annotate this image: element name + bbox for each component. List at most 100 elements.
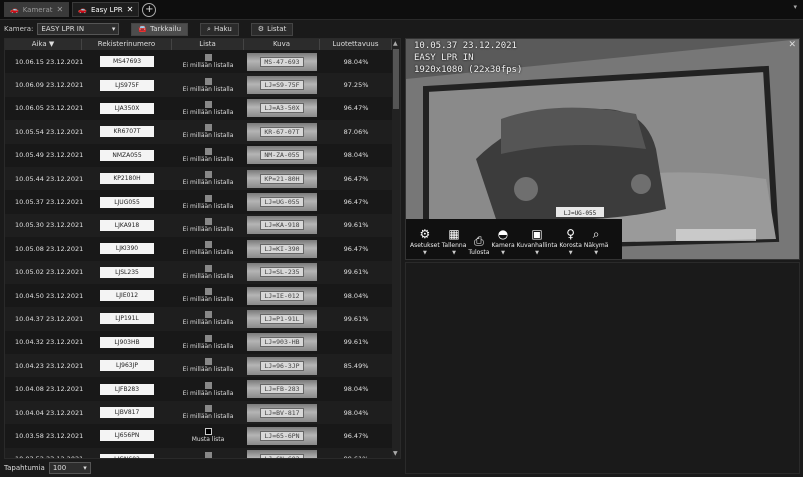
plate-thumbnail[interactable]: MS-47-693 [247, 52, 317, 71]
table-row[interactable]: 10.04.37 23.12.2021 LJP191L Ei millään lis… [5, 307, 400, 331]
row-image[interactable]: LJ=96-3JP [244, 356, 320, 375]
row-image[interactable]: NM-ZA-055 [244, 146, 320, 165]
column-header-list[interactable]: Lista [172, 39, 244, 50]
row-image[interactable]: LJ=GN-602 [244, 450, 320, 458]
search-button[interactable]: ⌕ Haku [200, 22, 239, 36]
table-row[interactable]: 10.04.04 23.12.2021 LJBV817 Ei millään lis… [5, 400, 400, 425]
row-image[interactable]: LJ=A3-50X [244, 99, 320, 118]
list-name: Ei millään listalla [182, 296, 234, 304]
column-header-plate[interactable]: Rekisterinumero [82, 39, 172, 50]
row-image[interactable]: LJ=FB-283 [244, 380, 320, 399]
scroll-down-icon[interactable]: ▼ [393, 450, 398, 457]
plate-thumbnail[interactable]: LJ=UG-055 [247, 193, 317, 212]
plate-thumbnail[interactable]: NM-ZA-055 [247, 146, 317, 165]
column-header-confidence[interactable]: Luotettavuus [320, 39, 392, 50]
column-header-time[interactable]: Aika ▼ [5, 39, 82, 50]
plate-thumbnail[interactable]: LJ=65-6PN [247, 426, 317, 445]
table-row[interactable]: 10.05.30 23.12.2021 LJKA918 Ei millään lis… [5, 213, 400, 238]
plate-thumbnail[interactable]: LJ=FB-283 [247, 380, 317, 399]
row-image[interactable]: MS-47-693 [244, 52, 320, 71]
column-header-image[interactable]: Kuva [244, 39, 320, 50]
plate-text: LJGN602 [100, 453, 154, 458]
table-row[interactable]: 10.05.49 23.12.2021 NMZA055 Ei millään lis… [5, 144, 400, 167]
row-confidence: 96.47% [343, 174, 369, 183]
table-row[interactable]: 10.04.50 23.12.2021 LJIE012 Ei millään lis… [5, 284, 400, 307]
row-image[interactable]: LJ=BV-817 [244, 403, 320, 422]
highlight-tool[interactable]: ♀ Korosta ▼ [559, 227, 581, 256]
camera-select-value: EASY LPR IN [41, 25, 85, 33]
plate-text: LJ903HB [100, 336, 154, 348]
lists-button[interactable]: ⚙ Listat [250, 22, 294, 36]
table-row[interactable]: 10.06.05 23.12.2021 LJA350X Ei millään lis… [5, 97, 400, 120]
button-label: Haku [213, 25, 232, 33]
row-image[interactable]: LJ=P1-91L [244, 309, 320, 328]
table-row[interactable]: 10.04.32 23.12.2021 LJ903HB Ei millään lis… [5, 331, 400, 354]
row-image[interactable]: LJ=SL-235 [244, 263, 320, 282]
plate-thumbnail[interactable]: LJ=SL-235 [247, 263, 317, 282]
view-tool[interactable]: ⌕ Näkymä ▼ [584, 227, 609, 256]
table-row[interactable]: 10.05.02 23.12.2021 LJSL235 Ei millään lis… [5, 260, 400, 284]
table-row[interactable]: 10.04.08 23.12.2021 LJFB283 Ei millään lis… [5, 377, 400, 400]
list-color-swatch [204, 451, 212, 458]
list-color-swatch [204, 358, 212, 366]
row-image[interactable]: LJ=UG-055 [244, 193, 320, 212]
add-tab-button[interactable]: + [142, 2, 157, 17]
table-row[interactable]: 10.06.09 23.12.2021 LJS975F Ei millään lis… [5, 73, 400, 97]
row-image[interactable]: LJ=S9-75F [244, 76, 320, 95]
row-image[interactable]: KR-67-07T [244, 122, 320, 141]
plate-thumbnail[interactable]: LJ=GN-602 [247, 450, 317, 458]
table-row[interactable]: 10.06.15 23.12.2021 MS47693 Ei millään lis… [5, 50, 400, 73]
row-list: Ei millään listalla [172, 405, 244, 420]
table-row[interactable]: 10.03.58 23.12.2021 LJ656PN Musta lista LJ=… [5, 424, 400, 447]
plate-thumbnail[interactable]: KP=21-80H [247, 169, 317, 188]
tab-easy-lpr[interactable]: 🚗 Easy LPR ✕ [72, 2, 140, 17]
tool-label: Kamera [491, 242, 515, 249]
plate-thumbnail[interactable]: LJ=S9-75F [247, 76, 317, 95]
settings-tool[interactable]: ⚙ Asetukset ▼ [410, 227, 440, 256]
events-count-select[interactable]: 100 ▾ [48, 462, 91, 474]
list-name: Ei millään listalla [182, 413, 234, 421]
plate-thumbnail[interactable]: LJ=BV-817 [247, 403, 317, 422]
scrollbar-thumb[interactable] [393, 49, 399, 109]
monitor-button[interactable]: 🚘 Tarkkailu [131, 22, 189, 36]
row-plate: LJP191L [82, 313, 172, 325]
row-image[interactable]: KP=21-80H [244, 169, 320, 188]
close-icon[interactable]: ✕ [127, 5, 134, 14]
plate-thumbnail[interactable]: LJ=KI-390 [247, 239, 317, 258]
plate-thumbnail[interactable]: LJ=903-HB [247, 333, 317, 352]
row-time: 10.05.37 23.12.2021 [15, 198, 84, 207]
row-image[interactable]: LJ=IE-012 [244, 286, 320, 305]
video-toolbar: ⚙ Asetukset ▼ ▦ Tallenna ▼ ⎙ Tulosta ◓ K… [406, 219, 622, 259]
camera-select[interactable]: EASY LPR IN ▾ [37, 23, 120, 35]
row-time: 10.06.15 23.12.2021 [15, 57, 84, 66]
plate-thumbnail[interactable]: KR-67-07T [247, 122, 317, 141]
row-time: 10.04.23 23.12.2021 [15, 361, 84, 370]
camera-tool[interactable]: ◓ Kamera ▼ [491, 227, 514, 256]
plate-thumbnail[interactable]: LJ=IE-012 [247, 286, 317, 305]
table-row[interactable]: 10.03.52 23.12.2021 LJGN602 Ei millään lis… [5, 447, 400, 458]
table-row[interactable]: 10.05.08 23.12.2021 LJKI390 Ei millään lis… [5, 237, 400, 260]
chevron-down-icon[interactable]: ▾ [793, 3, 797, 11]
plate-thumbnail[interactable]: LJ=KA-918 [247, 216, 317, 235]
row-plate: LJKA918 [82, 219, 172, 231]
plate-thumbnail[interactable]: LJ=A3-50X [247, 99, 317, 118]
table-row[interactable]: 10.05.37 23.12.2021 LJUG055 Ei millään lis… [5, 190, 400, 213]
scroll-up-icon[interactable]: ▲ [393, 40, 398, 47]
close-icon[interactable]: ✕ [57, 5, 64, 14]
row-confidence: 99.61% [343, 268, 369, 277]
table-row[interactable]: 10.05.54 23.12.2021 KR6707T Ei millään lis… [5, 120, 400, 144]
print-tool[interactable]: ⎙ Tulosta [468, 234, 489, 256]
table-row[interactable]: 10.05.44 23.12.2021 KP2180H Ei millään lis… [5, 166, 400, 191]
row-image[interactable]: LJ=KA-918 [244, 216, 320, 235]
row-image[interactable]: LJ=65-6PN [244, 426, 320, 445]
plate-thumbnail[interactable]: LJ=96-3JP [247, 356, 317, 375]
record-tool[interactable]: ▦ Tallenna ▼ [442, 227, 467, 256]
row-image[interactable]: LJ=903-HB [244, 333, 320, 352]
close-icon[interactable]: ✕ [788, 40, 796, 50]
row-image[interactable]: LJ=KI-390 [244, 239, 320, 258]
image-management-tool[interactable]: ▣ Kuvanhallinta ▼ [517, 227, 558, 256]
plate-thumbnail[interactable]: LJ=P1-91L [247, 309, 317, 328]
table-scrollbar[interactable]: ▲ ▼ [392, 39, 400, 458]
table-row[interactable]: 10.04.23 23.12.2021 LJ963JP Ei millään lis… [5, 354, 400, 378]
tab-kamerat[interactable]: 🚗 Kamerat ✕ [4, 2, 70, 17]
